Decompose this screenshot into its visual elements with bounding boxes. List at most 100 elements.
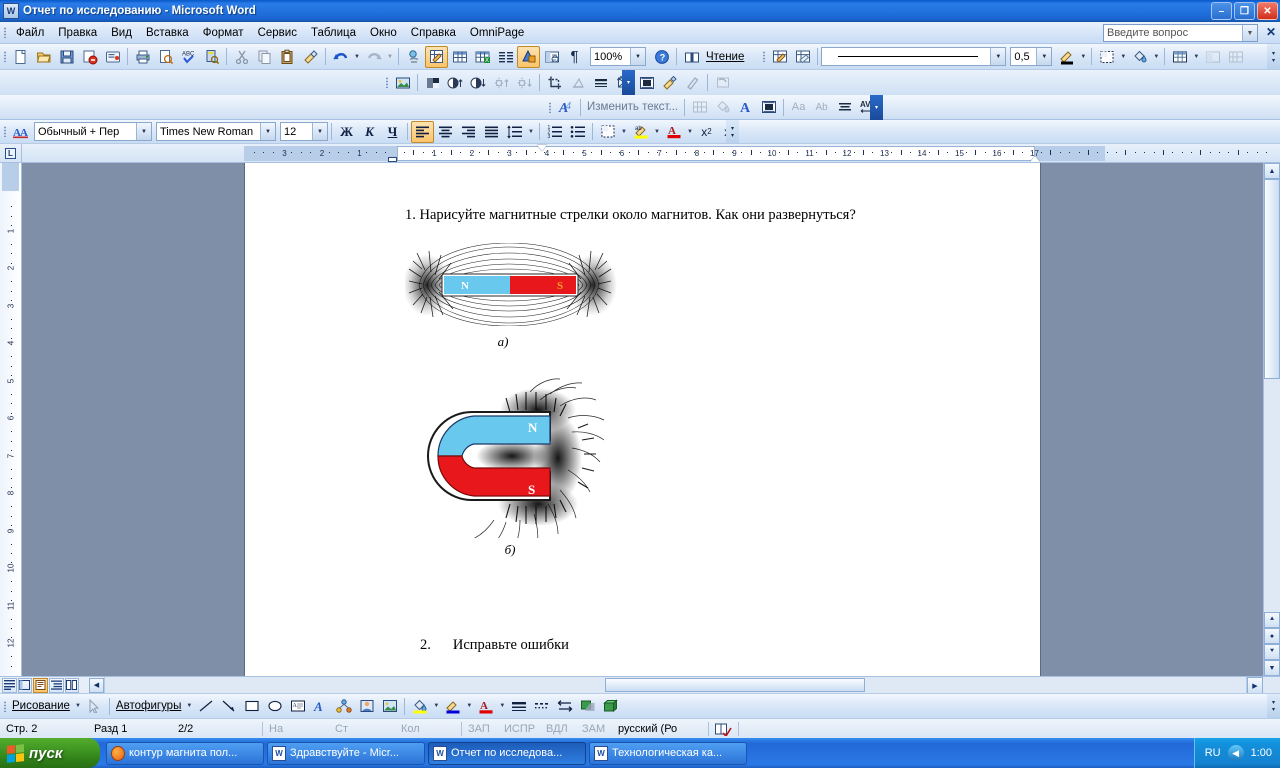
align-right-icon[interactable] — [457, 121, 480, 143]
wordart-shape-icon[interactable]: A — [734, 96, 757, 118]
font-color-dropdown-arrow[interactable]: ▼ — [685, 121, 695, 143]
horizontal-ruler-scale[interactable]: 3 2 1 1 2 3 4 5 6 7 8 9 10 11 12 13 14 15 16 17 — [22, 144, 1280, 162]
status-track-changes[interactable]: ИСПР — [498, 723, 540, 735]
border-dropdown-arrow[interactable]: ▼ — [1118, 46, 1128, 68]
same-letter-heights-icon[interactable]: Аа — [787, 96, 810, 118]
rotate-left-icon[interactable] — [566, 72, 589, 94]
wordart-gallery-icon[interactable] — [688, 96, 711, 118]
arrow-icon[interactable] — [217, 695, 240, 717]
document-area[interactable]: 1. Нарисуйте магнитные стрелки около маг… — [22, 163, 1263, 676]
help-icon[interactable]: ? — [650, 46, 673, 68]
dash-style-icon[interactable] — [530, 695, 553, 717]
reading-layout-icon[interactable] — [680, 46, 703, 68]
language-indicator[interactable]: RU — [1205, 747, 1221, 759]
draw-table-icon[interactable] — [768, 46, 791, 68]
tables-and-borders-icon[interactable] — [425, 45, 448, 68]
outline-view-icon[interactable] — [48, 677, 64, 693]
menu-item-window[interactable]: Окно — [363, 24, 404, 42]
cut-icon[interactable] — [230, 46, 253, 68]
borders-dropdown-arrow[interactable]: ▼ — [619, 121, 629, 143]
wordart-toolbar-options[interactable]: ▾ — [870, 95, 883, 120]
undo-icon[interactable] — [329, 46, 352, 68]
menu-item-edit[interactable]: Правка — [51, 24, 104, 42]
open-folder-icon[interactable] — [32, 46, 55, 68]
hyperlink-icon[interactable] — [402, 46, 425, 68]
start-button[interactable]: пуск — [0, 738, 100, 768]
vertical-scroll-track[interactable] — [1264, 379, 1280, 612]
insert-wordart-icon[interactable]: A — [309, 695, 332, 717]
vertical-scrollbar[interactable]: ▲ ⯅ ● ⯆ ▼ — [1263, 163, 1280, 676]
insert-excel-spreadsheet-icon[interactable]: X — [471, 46, 494, 68]
formatting-toolbar-grip[interactable] — [0, 120, 9, 143]
drawing-toolbar-grip[interactable] — [0, 694, 9, 718]
vertical-ruler[interactable]: 1 2 3 4 5 6 7 8 9 10 11 12 — [0, 163, 22, 676]
line-weight-combo[interactable]: 0,5 ▼ — [1010, 47, 1053, 66]
wordart-alignment-icon[interactable] — [833, 96, 856, 118]
shadow-style-icon[interactable] — [576, 695, 599, 717]
split-cells-icon[interactable] — [1224, 46, 1247, 68]
less-brightness-icon[interactable] — [513, 72, 536, 94]
reading-layout-view-icon[interactable] — [64, 677, 80, 693]
picture-toolbar-options[interactable]: ▾ — [622, 70, 635, 95]
print-layout-view-icon[interactable] — [33, 677, 48, 693]
styles-and-formatting-icon[interactable]: AA — [9, 121, 32, 143]
arrow-style-icon[interactable] — [553, 695, 576, 717]
line-color-dropdown-arrow[interactable]: ▼ — [1078, 46, 1088, 68]
highlight-icon[interactable]: ab — [629, 121, 652, 143]
chevron-down-icon[interactable]: ▼ — [1036, 48, 1052, 65]
document-page[interactable]: 1. Нарисуйте магнитные стрелки около маг… — [245, 163, 1040, 676]
redo-icon[interactable] — [362, 46, 385, 68]
mail-envelope-icon[interactable] — [101, 46, 124, 68]
line-style-combo[interactable]: ▼ — [821, 47, 1007, 66]
select-browse-object-up-icon[interactable]: ⯅ — [1264, 612, 1280, 628]
menu-item-omnipage[interactable]: OmniPage — [463, 24, 531, 42]
bold-button[interactable]: Ж — [335, 121, 358, 143]
taskbar-item-3[interactable]: W Технологическая ка... — [589, 741, 747, 765]
menu-item-tools[interactable]: Сервис — [251, 24, 304, 42]
toolbar-options-button[interactable]: ▾ ▾ — [1267, 44, 1280, 69]
close-button[interactable]: ✕ — [1257, 2, 1278, 20]
format-wordart-icon[interactable] — [711, 96, 734, 118]
menu-item-table[interactable]: Таблица — [304, 24, 363, 42]
draw-menu-button[interactable]: Рисование — [9, 700, 73, 712]
line-icon[interactable] — [194, 695, 217, 717]
reading-layout-label[interactable]: Чтение — [703, 51, 747, 63]
drawing-icon[interactable] — [517, 45, 540, 68]
numbered-list-icon[interactable]: 123 — [543, 121, 566, 143]
font-size-combo[interactable]: 12 ▼ — [280, 122, 328, 141]
save-icon[interactable] — [55, 46, 78, 68]
scroll-up-button[interactable]: ▲ — [1264, 163, 1280, 179]
crop-icon[interactable] — [543, 72, 566, 94]
picture-toolbar-grip[interactable] — [382, 70, 391, 95]
outside-border-dropdown-arrow[interactable]: ▼ — [1191, 46, 1201, 68]
italic-button[interactable]: К — [358, 121, 381, 143]
maximize-button[interactable]: ❐ — [1234, 2, 1255, 20]
line-style-icon[interactable] — [589, 72, 612, 94]
undo-dropdown-arrow[interactable]: ▼ — [352, 46, 362, 68]
autoshapes-menu-arrow[interactable]: ▼ — [184, 695, 194, 717]
select-browse-object-down-icon[interactable]: ⯆ — [1264, 644, 1280, 660]
chevron-down-icon[interactable]: ▼ — [312, 123, 327, 140]
standard-toolbar-grip[interactable] — [0, 44, 9, 69]
menu-item-view[interactable]: Вид — [104, 24, 139, 42]
scroll-down-button[interactable]: ▼ — [1264, 660, 1280, 676]
line-style-icon[interactable] — [507, 695, 530, 717]
status-language[interactable]: русский (Ро — [612, 723, 708, 735]
insert-diagram-icon[interactable] — [332, 695, 355, 717]
first-line-indent-marker[interactable] — [537, 145, 547, 151]
ask-a-question-input[interactable]: Введите вопрос ▼ — [1103, 24, 1258, 42]
borders-icon[interactable] — [596, 121, 619, 143]
chevron-down-icon[interactable]: ▼ — [1242, 25, 1257, 41]
select-browse-object-icon[interactable]: ● — [1264, 628, 1280, 644]
print-preview-icon[interactable] — [154, 46, 177, 68]
color-mode-icon[interactable] — [421, 72, 444, 94]
font-combo[interactable]: Times New Roman ▼ — [156, 122, 276, 141]
insert-table-icon[interactable] — [448, 46, 471, 68]
rectangle-icon[interactable] — [240, 695, 263, 717]
oval-icon[interactable] — [263, 695, 286, 717]
line-color-dropdown-arrow[interactable]: ▼ — [464, 695, 474, 717]
status-rec-mode[interactable]: ЗАП — [462, 723, 498, 735]
chevron-down-icon[interactable]: ▼ — [630, 48, 645, 65]
align-left-icon[interactable] — [411, 120, 434, 143]
insert-wordart-icon[interactable]: A4 — [554, 96, 577, 118]
